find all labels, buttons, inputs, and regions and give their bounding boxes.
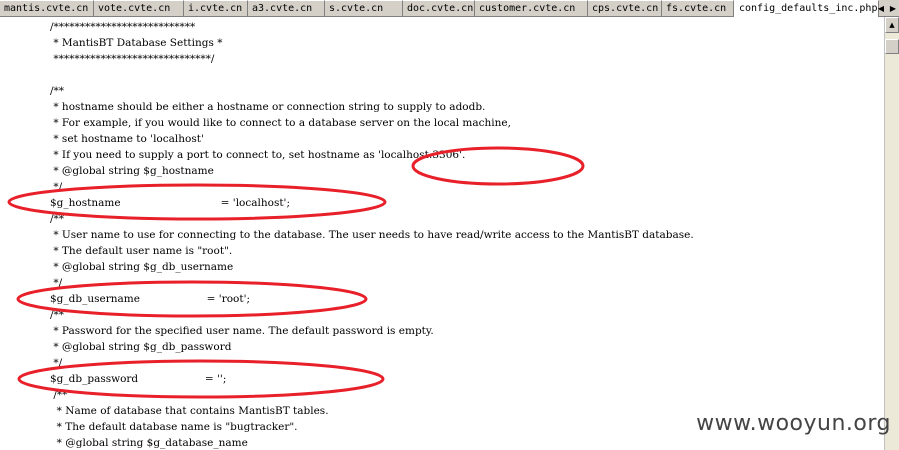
tab-8[interactable]: cps.cvte.cn	[588, 0, 662, 16]
code-line: * Password for the specified user name. …	[50, 325, 434, 337]
code-line: * User name to use for connecting to the…	[50, 229, 694, 241]
code-line: * For example, if you would like to conn…	[50, 117, 511, 129]
code-line: /***************************	[50, 21, 196, 33]
tab-4[interactable]: a3.cvte.cn	[248, 0, 325, 16]
code-editor[interactable]: /*************************** * MantisBT …	[0, 17, 884, 450]
code-line: ******************************/	[50, 53, 215, 65]
code-line: $g_db_password = '';	[50, 373, 227, 385]
code-line: */	[50, 181, 63, 193]
code-line: /**	[50, 85, 65, 97]
tab-9[interactable]: fs.cvte.cn	[662, 0, 734, 16]
scrollbar-thumb[interactable]	[885, 39, 899, 54]
tab-scroll-controls: ◀ ▶	[875, 0, 899, 16]
tab-bar: mantis.cvte.cn vote.cvte.cn i.cvte.cn a3.cv…	[0, 0, 899, 17]
code-line: * @global string $g_hostname	[50, 165, 214, 177]
code-line: */	[50, 277, 63, 289]
code-line: /**	[50, 309, 65, 321]
code-line: * set hostname to 'localhost'	[50, 133, 204, 145]
code-line: * @global string $g_database_name	[50, 437, 248, 449]
vertical-scrollbar[interactable]: ▲	[884, 17, 899, 450]
tab-5[interactable]: s.cvte.cn	[325, 0, 403, 16]
code-line: * hostname should be either a hostname o…	[50, 101, 486, 113]
code-line: $g_db_username = 'root';	[50, 293, 251, 305]
code-line: /**	[50, 213, 65, 225]
code-line: $g_hostname = 'localhost';	[50, 197, 290, 209]
code-line: * @global string $g_db_username	[50, 261, 234, 273]
tab-10[interactable]: config_defaults_inc.php	[734, 0, 879, 17]
code-line: * If you need to supply a port to connec…	[50, 149, 466, 161]
code-line: * The default database name is "bugtrack…	[50, 421, 298, 433]
tab-list: mantis.cvte.cn vote.cvte.cn i.cvte.cn a3.cv…	[0, 0, 879, 17]
tab-1[interactable]: mantis.cvte.cn	[0, 0, 94, 16]
code-line: * Name of database that contains MantisB…	[50, 405, 329, 417]
code-line: */	[50, 357, 63, 369]
tab-3[interactable]: i.cvte.cn	[184, 0, 248, 16]
code-line: * @global string $g_db_password	[50, 341, 232, 353]
scroll-up-icon[interactable]: ▲	[885, 17, 899, 33]
code-line: /**	[50, 389, 68, 401]
tab-scroll-left-icon[interactable]: ◀	[875, 0, 887, 16]
code-line: * The default user name is "root".	[50, 245, 233, 257]
tab-scroll-right-icon[interactable]: ▶	[887, 0, 899, 16]
tab-6[interactable]: doc.cvte.cn	[403, 0, 475, 16]
tab-2[interactable]: vote.cvte.cn	[94, 0, 184, 16]
code-line: * MantisBT Database Settings *	[50, 37, 223, 49]
tab-7[interactable]: customer.cvte.cn	[475, 0, 588, 16]
watermark: www.wooyun.org	[696, 411, 891, 436]
